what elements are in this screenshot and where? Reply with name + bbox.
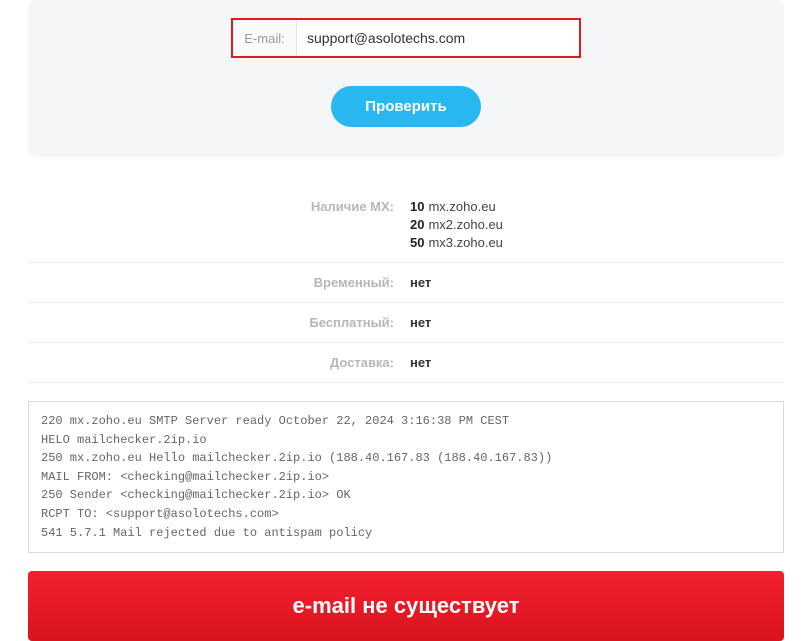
delivery-row: Доставка: нет <box>28 343 784 383</box>
temporary-label: Временный: <box>28 275 406 290</box>
email-input-group: E-mail: <box>231 18 581 58</box>
delivery-value: нет <box>406 355 784 370</box>
free-value: нет <box>406 315 784 330</box>
mx-label: Наличие MX: <box>28 199 406 250</box>
email-label: E-mail: <box>233 20 297 56</box>
check-button[interactable]: Проверить <box>331 86 480 127</box>
mx-item: 50mx3.zoho.eu <box>410 235 784 250</box>
mx-row: Наличие MX: 10mx.zoho.eu 20mx2.zoho.eu 5… <box>28 187 784 263</box>
temporary-row: Временный: нет <box>28 263 784 303</box>
email-input[interactable] <box>297 20 579 56</box>
mx-list: 10mx.zoho.eu 20mx2.zoho.eu 50mx3.zoho.eu <box>410 199 784 250</box>
results-section: Наличие MX: 10mx.zoho.eu 20mx2.zoho.eu 5… <box>28 187 784 383</box>
mx-item: 10mx.zoho.eu <box>410 199 784 214</box>
status-banner: e-mail не существует <box>28 571 784 641</box>
free-row: Бесплатный: нет <box>28 303 784 343</box>
smtp-log: 220 mx.zoho.eu SMTP Server ready October… <box>28 401 784 553</box>
free-label: Бесплатный: <box>28 315 406 330</box>
mx-value: 10mx.zoho.eu 20mx2.zoho.eu 50mx3.zoho.eu <box>406 199 784 250</box>
form-panel: E-mail: Проверить <box>28 0 784 157</box>
delivery-label: Доставка: <box>28 355 406 370</box>
temporary-value: нет <box>406 275 784 290</box>
mx-item: 20mx2.zoho.eu <box>410 217 784 232</box>
